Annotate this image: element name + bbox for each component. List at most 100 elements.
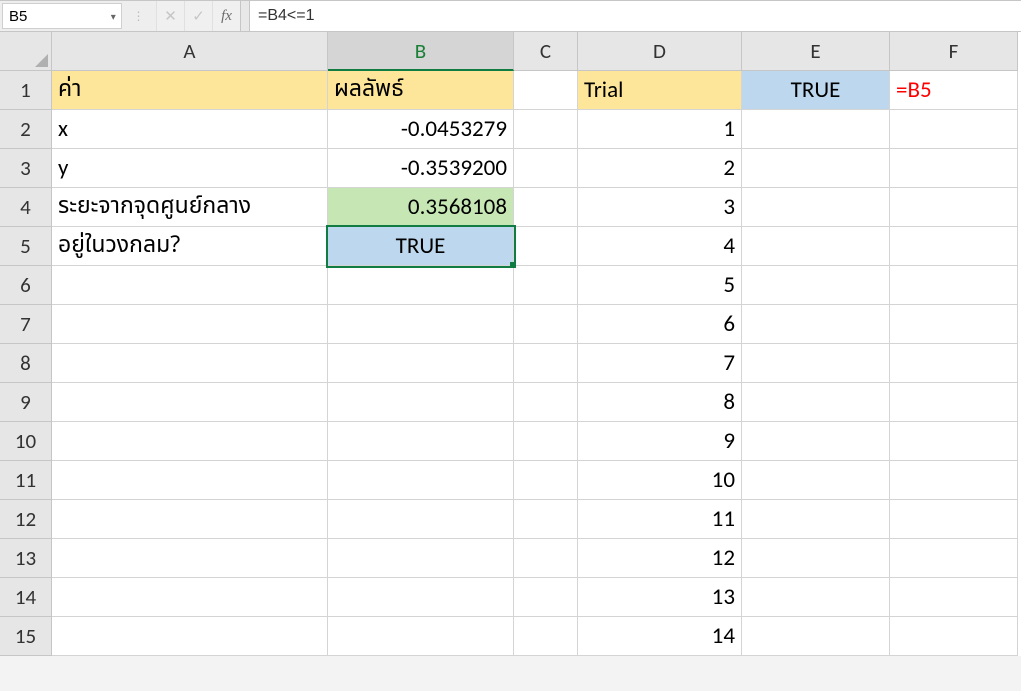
cell-B3[interactable]: -0.3539200	[328, 149, 514, 188]
row-header-1[interactable]: 1	[0, 71, 52, 110]
cell-A3[interactable]: y	[52, 149, 328, 188]
row-header-14[interactable]: 14	[0, 578, 52, 617]
cell-C1[interactable]	[514, 71, 578, 110]
row-header-12[interactable]: 12	[0, 500, 52, 539]
cell-D2[interactable]: 1	[578, 110, 742, 149]
cell-B11[interactable]	[328, 461, 514, 500]
cell-A4[interactable]: ระยะจากจุดศูนย์กลาง	[52, 188, 328, 227]
cell-B13[interactable]	[328, 539, 514, 578]
cell-D8[interactable]: 7	[578, 344, 742, 383]
cell-C13[interactable]	[514, 539, 578, 578]
cell-A12[interactable]	[52, 500, 328, 539]
row-header-10[interactable]: 10	[0, 422, 52, 461]
cell-C12[interactable]	[514, 500, 578, 539]
cell-C5[interactable]	[514, 227, 578, 266]
cell-C2[interactable]	[514, 110, 578, 149]
row-header-9[interactable]: 9	[0, 383, 52, 422]
cell-B8[interactable]	[328, 344, 514, 383]
cell-E14[interactable]	[742, 578, 890, 617]
cell-D11[interactable]: 10	[578, 461, 742, 500]
cell-F8[interactable]	[890, 344, 1018, 383]
row-header-6[interactable]: 6	[0, 266, 52, 305]
cell-F3[interactable]	[890, 149, 1018, 188]
cell-C6[interactable]	[514, 266, 578, 305]
cell-E6[interactable]	[742, 266, 890, 305]
cancel-formula-button[interactable]: ✕	[156, 1, 184, 31]
cell-B9[interactable]	[328, 383, 514, 422]
cell-B1[interactable]: ผลลัพธ์	[328, 71, 514, 110]
row-header-7[interactable]: 7	[0, 305, 52, 344]
row-header-2[interactable]: 2	[0, 110, 52, 149]
cell-F13[interactable]	[890, 539, 1018, 578]
insert-function-button[interactable]: fx	[212, 1, 240, 31]
row-header-13[interactable]: 13	[0, 539, 52, 578]
cell-E3[interactable]	[742, 149, 890, 188]
cell-E9[interactable]	[742, 383, 890, 422]
name-box-input[interactable]	[3, 8, 106, 25]
name-box-dropdown-icon[interactable]: ▾	[106, 10, 121, 23]
cell-D10[interactable]: 9	[578, 422, 742, 461]
cell-C15[interactable]	[514, 617, 578, 656]
column-header-C[interactable]: C	[514, 32, 578, 71]
column-header-B[interactable]: B	[328, 32, 514, 71]
cell-A11[interactable]	[52, 461, 328, 500]
accept-formula-button[interactable]: ✓	[184, 1, 212, 31]
column-header-A[interactable]: A	[52, 32, 328, 71]
row-header-5[interactable]: 5	[0, 227, 52, 266]
cell-C7[interactable]	[514, 305, 578, 344]
cell-D1[interactable]: Trial	[578, 71, 742, 110]
cell-D13[interactable]: 12	[578, 539, 742, 578]
cell-B5[interactable]: TRUE	[328, 227, 514, 266]
cell-D4[interactable]: 3	[578, 188, 742, 227]
cell-B2[interactable]: -0.0453279	[328, 110, 514, 149]
row-header-8[interactable]: 8	[0, 344, 52, 383]
cell-B6[interactable]	[328, 266, 514, 305]
cell-F4[interactable]	[890, 188, 1018, 227]
cell-F10[interactable]	[890, 422, 1018, 461]
column-header-E[interactable]: E	[742, 32, 890, 71]
cell-F14[interactable]	[890, 578, 1018, 617]
cell-E11[interactable]	[742, 461, 890, 500]
cell-D9[interactable]: 8	[578, 383, 742, 422]
cell-F9[interactable]	[890, 383, 1018, 422]
cell-F12[interactable]	[890, 500, 1018, 539]
cell-A14[interactable]	[52, 578, 328, 617]
name-box-wrap[interactable]: ▾	[2, 3, 122, 29]
cell-F2[interactable]	[890, 110, 1018, 149]
cell-E7[interactable]	[742, 305, 890, 344]
cell-D7[interactable]: 6	[578, 305, 742, 344]
cell-B15[interactable]	[328, 617, 514, 656]
cell-C3[interactable]	[514, 149, 578, 188]
cell-C9[interactable]	[514, 383, 578, 422]
cell-A9[interactable]	[52, 383, 328, 422]
cell-A15[interactable]	[52, 617, 328, 656]
cell-B14[interactable]	[328, 578, 514, 617]
formula-input[interactable]	[250, 1, 1021, 31]
cell-F15[interactable]	[890, 617, 1018, 656]
cell-E1[interactable]: TRUE	[742, 71, 890, 110]
cell-C11[interactable]	[514, 461, 578, 500]
cell-E4[interactable]	[742, 188, 890, 227]
cell-D15[interactable]: 14	[578, 617, 742, 656]
cell-E12[interactable]	[742, 500, 890, 539]
cell-A13[interactable]	[52, 539, 328, 578]
cell-B7[interactable]	[328, 305, 514, 344]
cell-D12[interactable]: 11	[578, 500, 742, 539]
cell-E10[interactable]	[742, 422, 890, 461]
row-header-3[interactable]: 3	[0, 149, 52, 188]
cell-E13[interactable]	[742, 539, 890, 578]
cell-C4[interactable]	[514, 188, 578, 227]
cell-D5[interactable]: 4	[578, 227, 742, 266]
sheet-grid[interactable]: ABCDEF1ค่าผลลัพธ์TrialTRUE=B52x-0.045327…	[0, 32, 1021, 656]
cell-E8[interactable]	[742, 344, 890, 383]
cell-B12[interactable]	[328, 500, 514, 539]
cell-A10[interactable]	[52, 422, 328, 461]
cell-F11[interactable]	[890, 461, 1018, 500]
cell-B4[interactable]: 0.3568108	[328, 188, 514, 227]
cell-F6[interactable]	[890, 266, 1018, 305]
cell-B10[interactable]	[328, 422, 514, 461]
cell-A2[interactable]: x	[52, 110, 328, 149]
column-header-D[interactable]: D	[578, 32, 742, 71]
column-header-F[interactable]: F	[890, 32, 1018, 71]
cell-A6[interactable]	[52, 266, 328, 305]
